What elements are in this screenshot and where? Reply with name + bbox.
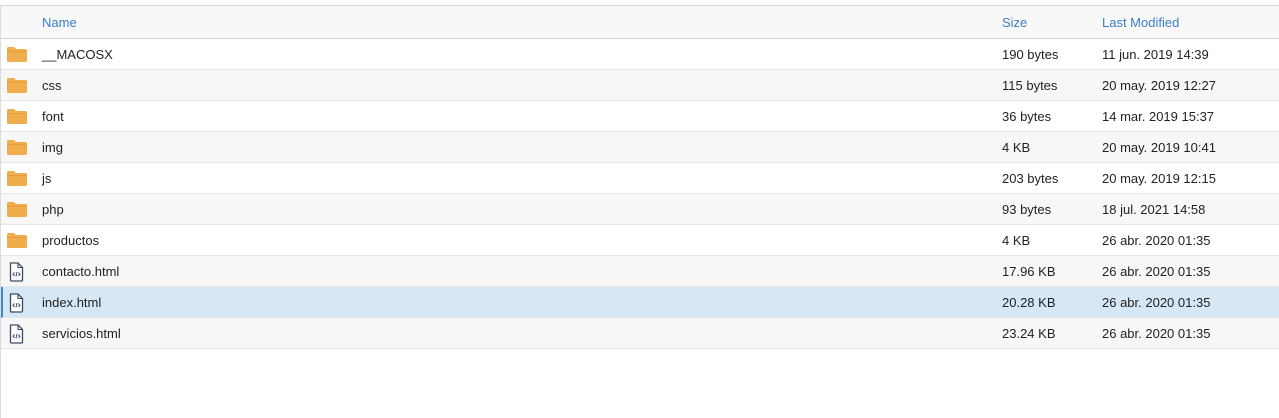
file-last-modified: 20 may. 2019 12:15 bbox=[1102, 171, 1216, 186]
file-size: 36 bytes bbox=[1002, 109, 1052, 124]
file-name[interactable]: js bbox=[42, 171, 51, 186]
column-header-name[interactable]: Name bbox=[42, 15, 77, 30]
folder-icon bbox=[6, 169, 28, 187]
file-name[interactable]: servicios.html bbox=[42, 326, 121, 341]
file-size: 115 bytes bbox=[1002, 78, 1058, 93]
file-size: 203 bytes bbox=[1002, 171, 1059, 186]
table-row[interactable]: img 4 KB 20 may. 2019 10:41 bbox=[1, 132, 1279, 163]
file-size: 190 bytes bbox=[1002, 47, 1059, 62]
table-row[interactable]: contacto.html 17.96 KB 26 abr. 2020 01:35 bbox=[1, 256, 1279, 287]
file-size: 93 bytes bbox=[1002, 202, 1052, 217]
column-header-size[interactable]: Size bbox=[1002, 15, 1027, 30]
file-name[interactable]: contacto.html bbox=[42, 264, 119, 279]
file-size: 17.96 KB bbox=[1002, 264, 1056, 279]
file-last-modified: 20 may. 2019 10:41 bbox=[1102, 140, 1216, 155]
table-row[interactable]: js 203 bytes 20 may. 2019 12:15 bbox=[1, 163, 1279, 194]
file-name[interactable]: img bbox=[42, 140, 63, 155]
folder-icon bbox=[6, 138, 28, 156]
html-file-icon bbox=[6, 324, 28, 344]
folder-icon bbox=[6, 107, 28, 125]
table-header: Name Size Last Modified bbox=[1, 5, 1279, 39]
html-file-icon bbox=[6, 262, 28, 282]
folder-icon bbox=[6, 200, 28, 218]
file-last-modified: 11 jun. 2019 14:39 bbox=[1102, 47, 1209, 62]
table-row[interactable]: servicios.html 23.24 KB 26 abr. 2020 01:35 bbox=[1, 318, 1279, 349]
file-list: __MACOSX 190 bytes 11 jun. 2019 14:39 css 11… bbox=[1, 39, 1279, 349]
file-name[interactable]: font bbox=[42, 109, 64, 124]
file-name[interactable]: index.html bbox=[42, 295, 101, 310]
file-last-modified: 26 abr. 2020 01:35 bbox=[1102, 295, 1211, 310]
html-file-icon bbox=[6, 293, 28, 313]
file-size: 4 KB bbox=[1002, 140, 1031, 155]
file-name[interactable]: productos bbox=[42, 233, 99, 248]
file-last-modified: 26 abr. 2020 01:35 bbox=[1102, 264, 1211, 279]
table-row[interactable]: font 36 bytes 14 mar. 2019 15:37 bbox=[1, 101, 1279, 132]
file-size: 20.28 KB bbox=[1002, 295, 1056, 310]
file-size: 23.24 KB bbox=[1002, 326, 1056, 341]
folder-icon bbox=[6, 231, 28, 249]
file-last-modified: 20 may. 2019 12:27 bbox=[1102, 78, 1216, 93]
file-last-modified: 26 abr. 2020 01:35 bbox=[1102, 326, 1211, 341]
table-row[interactable]: productos 4 KB 26 abr. 2020 01:35 bbox=[1, 225, 1279, 256]
file-name[interactable]: php bbox=[42, 202, 64, 217]
table-row[interactable]: index.html 20.28 KB 26 abr. 2020 01:35 bbox=[1, 287, 1279, 318]
table-row[interactable]: __MACOSX 190 bytes 11 jun. 2019 14:39 bbox=[1, 39, 1279, 70]
file-last-modified: 26 abr. 2020 01:35 bbox=[1102, 233, 1211, 248]
file-last-modified: 14 mar. 2019 15:37 bbox=[1102, 109, 1215, 124]
file-browser: Name Size Last Modified __MACOSX 190 byte… bbox=[0, 5, 1279, 418]
folder-icon bbox=[6, 76, 28, 94]
file-name[interactable]: __MACOSX bbox=[42, 47, 113, 62]
table-row[interactable]: php 93 bytes 18 jul. 2021 14:58 bbox=[1, 194, 1279, 225]
folder-icon bbox=[6, 45, 28, 63]
column-header-last-modified[interactable]: Last Modified bbox=[1102, 15, 1179, 30]
file-size: 4 KB bbox=[1002, 233, 1031, 248]
table-row[interactable]: css 115 bytes 20 may. 2019 12:27 bbox=[1, 70, 1279, 101]
file-last-modified: 18 jul. 2021 14:58 bbox=[1102, 202, 1206, 217]
file-name[interactable]: css bbox=[42, 78, 62, 93]
